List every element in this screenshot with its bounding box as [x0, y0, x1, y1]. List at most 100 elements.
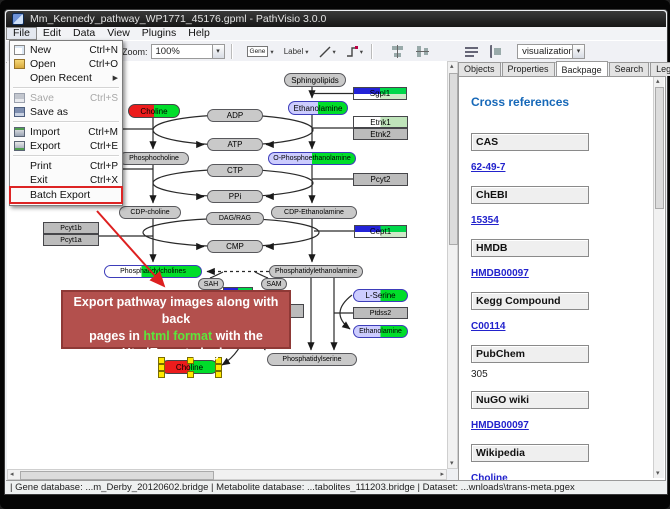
crossref-section-wikipedia: WikipediaCholine [471, 444, 665, 481]
crossref-link[interactable]: 62-49-7 [471, 162, 505, 173]
pathway-node-pcyt1b[interactable]: Pcyt1b [43, 222, 99, 234]
pathway-node-cdp-choline[interactable]: CDP-choline [119, 206, 181, 219]
panel-scrollbar[interactable]: ▴ ▾ [653, 77, 664, 478]
scroll-down-icon[interactable]: ▾ [450, 459, 454, 468]
pathway-node-etnk2[interactable]: Etnk2 [353, 128, 408, 140]
gene-tool-button[interactable]: Gene▾ [245, 44, 276, 59]
crossrefs-heading: Cross references [471, 95, 665, 109]
pathway-node-choline[interactable]: Choline [128, 104, 180, 118]
file-menu-dropdown: NewCtrl+NOpenCtrl+OOpen Recent▶ SaveCtrl+… [9, 40, 123, 206]
tab-backpage[interactable]: Backpage [556, 61, 608, 77]
pathway-node-ppi[interactable]: PPi [207, 190, 263, 203]
pathway-node-sgpl1[interactable]: Sgpl1 [353, 87, 407, 100]
callout-highlight: html format [143, 329, 212, 343]
file-menu-item-batch-export[interactable]: Batch Export [10, 187, 122, 203]
tab-properties[interactable]: Properties [502, 62, 555, 76]
pathway-node-ethanolamine[interactable]: Ethanolamine [288, 101, 348, 115]
crossref-database-name: Kegg Compound [471, 292, 589, 310]
file-menu-item-new[interactable]: NewCtrl+N [10, 43, 122, 57]
menu-plugins[interactable]: Plugins [136, 27, 182, 40]
pathway-node-atp[interactable]: ATP [207, 138, 263, 151]
scroll-up-icon[interactable]: ▴ [656, 77, 660, 86]
tab-objects[interactable]: Objects [458, 62, 501, 76]
chevron-down-icon: ▾ [333, 48, 336, 56]
panel-scroll-thumb[interactable] [655, 87, 664, 209]
file-menu-item-import[interactable]: ImportCtrl+M [10, 125, 122, 139]
crossref-link[interactable]: HMDB00097 [471, 268, 529, 279]
visualization-combobox[interactable]: visualization ▾ [517, 44, 585, 59]
pathway-node-pcyt2[interactable]: Pcyt2 [353, 173, 408, 186]
selection-handle[interactable] [215, 371, 222, 378]
vertical-scroll-thumb[interactable] [449, 73, 458, 245]
menu-file[interactable]: File [6, 27, 37, 40]
scroll-right-icon[interactable]: ▸ [440, 470, 444, 479]
pathway-node-sphingolipids[interactable]: Sphingolipids [284, 73, 346, 87]
chevron-down-icon: ▾ [360, 48, 363, 56]
menu-data[interactable]: Data [67, 27, 101, 40]
group-icon[interactable] [490, 45, 503, 58]
horizontal-scroll-thumb[interactable] [20, 471, 214, 480]
menu-help[interactable]: Help [182, 27, 216, 40]
stack-icon[interactable] [465, 45, 478, 58]
pathway-node-ethanolamine[interactable]: Ethanolamine [353, 325, 408, 338]
connector-tool-button[interactable]: ▾ [344, 44, 365, 59]
line-tool-button[interactable]: ▾ [317, 44, 338, 59]
title-bar[interactable]: Mm_Kennedy_pathway_WP1771_45176.gpml - P… [6, 11, 666, 27]
menu-item-shortcut: Ctrl+N [89, 45, 118, 56]
pathway-node-cdp-ethanolamine[interactable]: CDP-Ethanolamine [271, 206, 357, 219]
selection-handle[interactable] [158, 371, 165, 378]
crossref-section-kegg-compound: Kegg Compound C00114 [471, 292, 665, 334]
tab-search[interactable]: Search [609, 62, 650, 76]
file-menu-item-open[interactable]: OpenCtrl+O [10, 57, 122, 71]
pathway-node-dag-rag[interactable]: DAG/RAG [206, 212, 264, 225]
canvas-horizontal-scrollbar[interactable]: ◂ ▸ [7, 469, 447, 480]
pathway-node-o-phosphoethanolamine[interactable]: O-Phosphoethanolamine [268, 152, 356, 165]
crossref-link[interactable]: C00114 [471, 321, 505, 332]
pathway-node-cept1[interactable]: Cept1 [354, 225, 407, 238]
selection-handle[interactable] [215, 364, 222, 371]
menu-view[interactable]: View [101, 27, 136, 40]
pathway-node-phosphatidylserine[interactable]: Phosphatidylserine [267, 353, 357, 366]
pathway-node-phosphocholine[interactable]: Phosphocholine [119, 152, 189, 165]
pathway-node-pcyt1a[interactable]: Pcyt1a [43, 234, 99, 246]
pathway-node-cmp[interactable]: CMP [207, 240, 263, 253]
tab-legend[interactable]: Legend [650, 62, 670, 76]
selection-handle[interactable] [158, 364, 165, 371]
zoom-dropdown-icon[interactable]: ▾ [212, 45, 224, 58]
pathway-node-sam[interactable]: SAM [261, 278, 287, 290]
menu-item-shortcut: Ctrl+M [88, 127, 118, 138]
file-menu-item-exit[interactable]: ExitCtrl+X [10, 173, 122, 187]
file-menu-item-print[interactable]: PrintCtrl+P [10, 159, 122, 173]
pathway-node-ctp[interactable]: CTP [207, 164, 263, 177]
scroll-left-icon[interactable]: ◂ [10, 470, 14, 479]
file-menu-item-save[interactable]: SaveCtrl+S [10, 91, 122, 105]
canvas-vertical-scrollbar[interactable]: ▴ ▾ [447, 61, 458, 469]
pathway-node-etnk1[interactable]: Etnk1 [353, 116, 408, 128]
visualization-dropdown-icon[interactable]: ▾ [572, 45, 584, 58]
pathway-node-phosphatidylcholines[interactable]: Phosphatidylcholines [104, 265, 202, 278]
gene-tool-icon: Gene [247, 46, 269, 57]
pathway-node-sah[interactable]: SAH [198, 278, 224, 290]
side-panel-tabs: ObjectsPropertiesBackpageSearchLegend [458, 62, 670, 76]
pathway-node-phosphatidylethanolamine[interactable]: Phosphatidylethanolamine [269, 265, 363, 278]
scroll-up-icon[interactable]: ▴ [450, 62, 454, 71]
crossref-link[interactable]: HMDB00097 [471, 420, 529, 431]
menu-separator [13, 87, 119, 89]
pathway-node-ptdss2[interactable]: Ptdss2 [353, 307, 408, 319]
scroll-down-icon[interactable]: ▾ [656, 469, 660, 478]
status-bar: | Gene database: ...m_Derby_20120602.bri… [6, 480, 666, 493]
file-menu-item-export[interactable]: ExportCtrl+E [10, 139, 122, 153]
menu-item-label: Batch Export [30, 189, 110, 201]
align-center-icon[interactable] [391, 45, 404, 58]
pathway-node-adp[interactable]: ADP [207, 109, 263, 122]
label-tool-button[interactable]: Label▾ [282, 44, 311, 59]
pathway-node-l-serine[interactable]: L-Serine [353, 289, 408, 302]
selection-handle[interactable] [187, 371, 194, 378]
zoom-combobox[interactable]: 100% ▾ [151, 44, 225, 59]
menu-edit[interactable]: Edit [37, 27, 67, 40]
file-menu-item-save-as[interactable]: Save as [10, 105, 122, 119]
align-middle-icon[interactable] [416, 45, 429, 58]
crossref-link[interactable]: 15354 [471, 215, 499, 226]
file-menu-item-open-recent[interactable]: Open Recent▶ [10, 71, 122, 85]
callout-line1: Export pathway images along with back [74, 295, 279, 326]
